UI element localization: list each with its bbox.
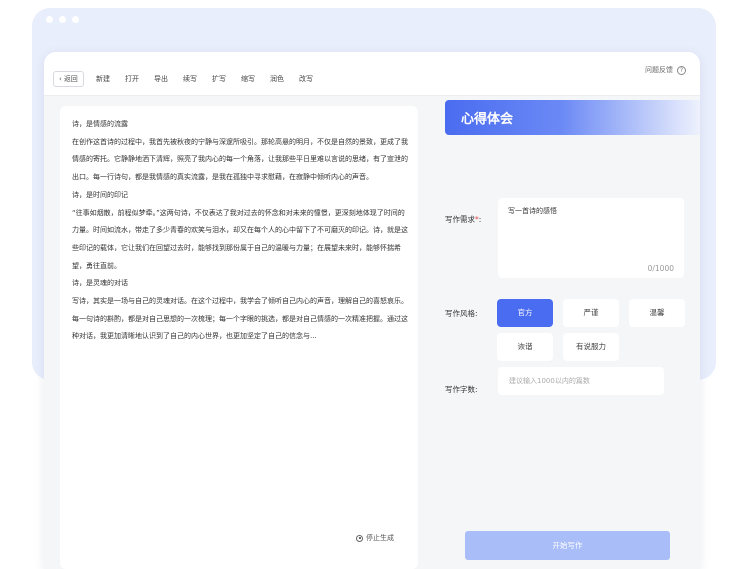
style-warm-button[interactable]: 温馨 bbox=[629, 299, 685, 327]
menu-new[interactable]: 新建 bbox=[96, 71, 110, 87]
stop-label: 停止生成 bbox=[366, 534, 394, 542]
style-official-button[interactable]: 官方 bbox=[497, 299, 553, 327]
chevron-left-icon: ‹ bbox=[59, 75, 62, 83]
menu-open[interactable]: 打开 bbox=[125, 71, 139, 87]
requirement-label: 写作需求*: bbox=[445, 215, 482, 224]
document-text: 诗，是情感的流露 在创作这首诗的过程中，我首先被秋夜的宁静与深邃所吸引。那轮高悬… bbox=[72, 116, 410, 346]
settings-panel: 写作需求*: 写一首诗的感悟 0/1000 写作风格: 官方 严谨 温馨 诙谐 … bbox=[435, 96, 700, 569]
feedback-label: 问题反馈 bbox=[645, 66, 673, 74]
menu-bar: 新建 打开 导出 续写 扩写 缩写 润色 改写 bbox=[96, 71, 328, 87]
requirement-textarea[interactable]: 写一首诗的感悟 0/1000 bbox=[498, 198, 684, 278]
menu-continue[interactable]: 续写 bbox=[183, 71, 197, 87]
doc-heading: 诗，是灵魂的对话 bbox=[72, 279, 128, 288]
wordcount-input[interactable]: 建议输入1000以内的篇数 bbox=[498, 367, 664, 395]
doc-paragraph: “往事如烟散，前程似梦牵。”这两句诗，不仅表达了我对过去的怀念和对未来的憧憬，更… bbox=[72, 208, 408, 270]
window-controls bbox=[46, 16, 79, 23]
stop-icon bbox=[356, 534, 363, 542]
style-persuasive-button[interactable]: 有说服力 bbox=[563, 333, 619, 361]
requirement-value: 写一首诗的感悟 bbox=[508, 207, 557, 215]
window-dot bbox=[46, 16, 53, 23]
panel-banner: 心得体会 bbox=[445, 100, 700, 135]
doc-paragraph: 在创作这首诗的过程中，我首先被秋夜的宁静与深邃所吸引。那轮高悬的明月，不仅是自然… bbox=[72, 137, 408, 182]
document-area[interactable]: 诗，是情感的流露 在创作这首诗的过程中，我首先被秋夜的宁静与深邃所吸引。那轮高悬… bbox=[60, 106, 418, 569]
feedback-link[interactable]: 问题反馈 ? bbox=[645, 65, 686, 75]
menu-rewrite[interactable]: 改写 bbox=[299, 71, 313, 87]
help-circle-icon: ? bbox=[677, 65, 686, 75]
start-writing-button[interactable]: 开始写作 bbox=[465, 531, 670, 560]
doc-paragraph: 写诗，其实是一场与自己的灵魂对话。在这个过程中，我学会了倾听自己内心的声音，理解… bbox=[72, 297, 408, 341]
menu-expand[interactable]: 扩写 bbox=[212, 71, 226, 87]
window-dot bbox=[72, 16, 79, 23]
style-rigorous-button[interactable]: 严谨 bbox=[563, 299, 619, 327]
doc-heading: 诗，是时间的印记 bbox=[72, 190, 128, 199]
back-button[interactable]: ‹ 返回 bbox=[53, 71, 84, 87]
back-label: 返回 bbox=[63, 75, 78, 83]
stop-generation-button[interactable]: 停止生成 bbox=[356, 533, 394, 543]
menu-polish[interactable]: 润色 bbox=[270, 71, 284, 87]
style-label: 写作风格: bbox=[445, 309, 478, 318]
doc-heading: 诗，是情感的流露 bbox=[72, 120, 128, 128]
toolbar: ‹ 返回 新建 打开 导出 续写 扩写 缩写 润色 改写 问题反馈 ? bbox=[44, 52, 700, 96]
wordcount-label: 写作字数: bbox=[445, 385, 478, 394]
menu-shorten[interactable]: 缩写 bbox=[241, 71, 255, 87]
app-card: ‹ 返回 新建 打开 导出 续写 扩写 缩写 润色 改写 问题反馈 ? 诗，是情… bbox=[44, 52, 700, 569]
menu-export[interactable]: 导出 bbox=[154, 71, 168, 87]
window-dot bbox=[59, 16, 66, 23]
style-humorous-button[interactable]: 诙谐 bbox=[497, 333, 553, 361]
char-counter: 0/1000 bbox=[647, 264, 674, 273]
panel-title: 心得体会 bbox=[461, 112, 514, 127]
